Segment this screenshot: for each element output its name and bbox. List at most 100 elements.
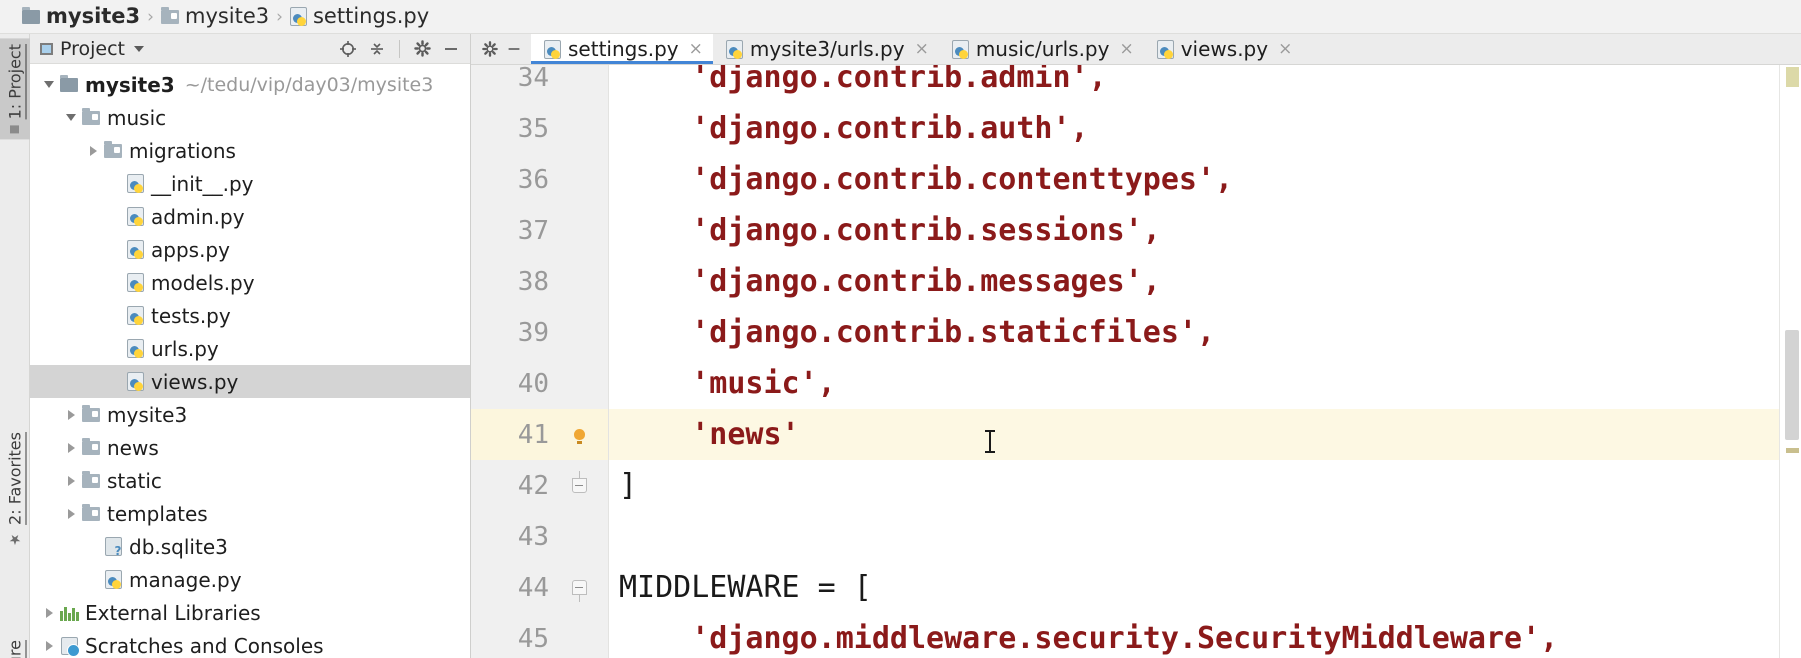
rail-warning-marker[interactable]	[1786, 67, 1799, 87]
close-icon[interactable]: ×	[1119, 39, 1133, 59]
tree-row[interactable]: External Libraries	[30, 596, 470, 629]
gutter-row[interactable]: 42	[471, 460, 608, 511]
code-line[interactable]: 'django.middleware.security.SecurityMidd…	[609, 613, 1779, 658]
code-line-text: 'django.middleware.security.SecurityMidd…	[619, 621, 1559, 656]
tree-twisty-collapsed[interactable]	[62, 409, 80, 420]
close-icon[interactable]: ×	[915, 39, 929, 59]
breadcrumb-item-file[interactable]: settings.py	[289, 6, 429, 27]
code-line[interactable]	[609, 511, 1779, 562]
sidebar-item-project[interactable]: 1: Project	[0, 38, 30, 140]
project-panel-title-group[interactable]: Project	[40, 38, 145, 60]
line-number: 43	[517, 521, 549, 552]
tree-row[interactable]: templates	[30, 497, 470, 530]
hide-panel-icon[interactable]	[440, 38, 462, 60]
tree-row[interactable]: models.py	[30, 266, 470, 299]
vertical-scrollbar-thumb[interactable]	[1785, 330, 1799, 440]
code-line[interactable]: 'django.contrib.sessions',	[609, 205, 1779, 256]
rail-change-marker[interactable]	[1786, 448, 1799, 453]
tree-row[interactable]: apps.py	[30, 233, 470, 266]
project-tree[interactable]: mysite3 ~/tedu/vip/day03/mysite3 music migr…	[30, 64, 470, 658]
tree-row[interactable]: db.sqlite3	[30, 530, 470, 563]
tree-row[interactable]: static	[30, 464, 470, 497]
folder-icon	[80, 107, 102, 128]
locate-icon[interactable]	[337, 38, 359, 60]
code-line[interactable]: 'django.contrib.admin',	[609, 65, 1779, 103]
editor-right-rail[interactable]	[1779, 65, 1801, 658]
gutter-row[interactable]: 43	[471, 511, 608, 562]
tree-row[interactable]: views.py	[30, 365, 470, 398]
tree-twisty-collapsed[interactable]	[62, 442, 80, 453]
editor-tab[interactable]: settings.py ×	[531, 34, 713, 64]
tree-twisty-expanded[interactable]	[62, 114, 80, 121]
python-file-icon	[124, 339, 146, 359]
code-fold-icon[interactable]	[571, 580, 587, 602]
editor-tab[interactable]: views.py ×	[1143, 34, 1303, 64]
tree-twisty-collapsed[interactable]	[40, 607, 58, 618]
tree-row[interactable]: tests.py	[30, 299, 470, 332]
tree-row[interactable]: mysite3	[30, 398, 470, 431]
tree-row[interactable]: music	[30, 101, 470, 134]
tree-row[interactable]: mysite3 ~/tedu/vip/day03/mysite3	[30, 68, 470, 101]
folder-icon	[58, 74, 80, 95]
tree-row-label: apps.py	[151, 237, 230, 262]
tree-twisty-collapsed[interactable]	[62, 475, 80, 486]
sidebar-item-structure[interactable]: ure	[0, 634, 30, 658]
tree-row[interactable]: admin.py	[30, 200, 470, 233]
tree-row[interactable]: Scratches and Consoles	[30, 629, 470, 658]
close-icon[interactable]: ×	[689, 39, 703, 59]
editor-tab-bar: settings.py × mysite3/urls.py × music/urls.p…	[471, 34, 1801, 65]
gutter-row[interactable]: 38	[471, 256, 608, 307]
gutter-row[interactable]: 35	[471, 103, 608, 154]
code-fold-marker[interactable]	[557, 580, 601, 602]
editor-tab[interactable]: music/urls.py ×	[938, 34, 1144, 64]
tree-row[interactable]: manage.py	[30, 563, 470, 596]
gutter-row[interactable]: 40	[471, 358, 608, 409]
code-fold-marker[interactable]	[557, 471, 601, 493]
tree-row[interactable]: __init__.py	[30, 167, 470, 200]
editor-tab-label: views.py	[1180, 37, 1269, 61]
editor-gutter[interactable]: 34 35 36 37 38 39 40 41 42 43 44 45	[471, 65, 609, 658]
gutter-row[interactable]: 39	[471, 307, 608, 358]
tree-row[interactable]: migrations	[30, 134, 470, 167]
code-pane[interactable]: 'django.middleware.security.SecurityMidd…	[609, 65, 1779, 658]
sidebar-item-favorites[interactable]: ★ 2: Favorites	[0, 426, 30, 553]
tree-twisty-collapsed[interactable]	[62, 508, 80, 519]
code-line[interactable]: 'django.contrib.auth',	[609, 103, 1779, 154]
project-panel-header: Project	[30, 34, 470, 64]
code-line[interactable]: 'django.contrib.messages',	[609, 256, 1779, 307]
code-line[interactable]: 'music',	[609, 358, 1779, 409]
gutter-row[interactable]: 37	[471, 205, 608, 256]
code-line[interactable]: 'django.contrib.staticfiles',	[609, 307, 1779, 358]
settings-gear-icon[interactable]	[411, 38, 433, 60]
breadcrumb-item-project[interactable]: mysite3	[22, 6, 140, 27]
code-line[interactable]: 'news'	[609, 409, 1779, 460]
close-icon[interactable]: ×	[1278, 39, 1292, 59]
folder-icon	[102, 140, 124, 161]
gutter-row[interactable]: 44	[471, 562, 608, 613]
tree-row[interactable]: urls.py	[30, 332, 470, 365]
tree-row-label: mysite3	[85, 72, 175, 97]
gutter-row[interactable]: 36	[471, 154, 608, 205]
chevron-down-icon[interactable]	[134, 45, 145, 52]
tree-row-label: db.sqlite3	[129, 534, 228, 559]
gutter-row[interactable]: 34	[471, 65, 608, 103]
tree-twisty-collapsed[interactable]	[40, 640, 58, 651]
hide-editor-icon[interactable]	[503, 38, 525, 60]
code-line[interactable]: ]	[609, 460, 1779, 511]
intention-bulb[interactable]	[557, 429, 601, 444]
tree-twisty-collapsed[interactable]	[84, 145, 102, 156]
line-number: 44	[517, 572, 549, 603]
breadcrumb-item-package[interactable]: mysite3	[160, 6, 269, 27]
gutter-row[interactable]: 45	[471, 613, 608, 658]
tree-twisty-expanded[interactable]	[40, 81, 58, 88]
editor-tab[interactable]: mysite3/urls.py ×	[712, 34, 939, 64]
tree-row[interactable]: news	[30, 431, 470, 464]
gutter-row[interactable]: 41	[471, 409, 608, 460]
code-line[interactable]: 'django.contrib.contenttypes',	[609, 154, 1779, 205]
python-file-icon	[124, 240, 146, 260]
editor-settings-gear-icon[interactable]	[479, 38, 501, 60]
code-line[interactable]: MIDDLEWARE = [	[609, 562, 1779, 613]
code-fold-icon[interactable]	[571, 471, 587, 493]
line-number: 34	[517, 65, 549, 93]
collapse-all-icon[interactable]	[366, 38, 388, 60]
